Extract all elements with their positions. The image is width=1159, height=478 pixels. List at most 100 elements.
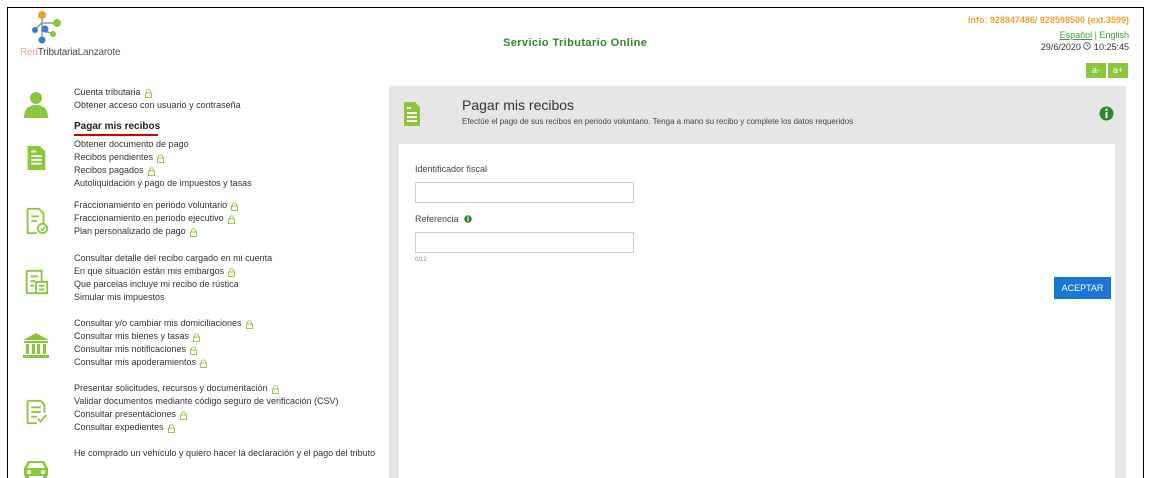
sidebar-item-embargos[interactable]: En que situación están mis embargos [74,265,272,278]
sidebar-item-simular[interactable]: Simular mis impuestos [74,291,272,304]
sidebar-item-label: Simular mis impuestos [74,292,165,302]
fiscal-id-input[interactable] [415,182,634,203]
sidebar-item-label: Consultar expedientes [74,422,164,432]
panel-header: Pagar mis recibos Efectúe el pago de sus… [389,86,1126,144]
sidebar-item-recibos-pagados[interactable]: Recibos pagados [74,164,252,177]
sidebar-list-vehicle: He comprado un vehículo y quiero hacer l… [74,447,375,460]
sidebar-item-label: He comprado un vehículo y quiero hacer l… [74,448,376,458]
sidebar-item-cuenta-tributaria[interactable]: Cuenta tributaria [74,86,252,99]
sidebar-item-validar-csv[interactable]: Validar documentos mediante código segur… [74,395,338,408]
sidebar-item-apoderamientos[interactable]: Consultar mis apoderamientos [74,356,254,369]
sidebar-list-assets: Consultar y/o cambiar mis domiciliacione… [74,317,254,369]
sidebar-item-plan-pago[interactable]: Plan personalizado de pago [74,225,239,238]
bank-icon [23,333,49,358]
lang-spanish-link[interactable]: Español [1060,30,1093,40]
sidebar-item-label: Fraccionamiento en periodo voluntario [74,200,228,210]
lock-icon [190,346,198,355]
lock-icon [200,359,208,368]
sidebar-item-label: Cuenta tributaria [74,87,141,97]
sidebar-item-recibos-pendientes[interactable]: Recibos pendientes [74,151,252,164]
sidebar-item-expedientes[interactable]: Consultar expedientes [74,421,338,434]
sidebar-item-obtener-acceso[interactable]: Obtener acceso con usuario y contraseña [74,99,252,112]
lock-icon [157,154,165,163]
sidebar-item-label: Recibos pendientes [74,152,154,162]
lock-icon [245,320,253,329]
sidebar-item-label: Consultar detalle del recibo cargado en … [74,253,273,263]
installments-icon [26,207,49,235]
document-icon [404,102,420,126]
sidebar-item-label: Consultar presentaciones [74,409,177,419]
date-text: 29/6/2020 [1040,42,1081,52]
sidebar-item-bienes-tasas[interactable]: Consultar mis bienes y tasas [74,330,254,343]
checklist-icon [26,399,47,425]
accept-button[interactable]: ACEPTAR [1054,277,1111,299]
sidebar-item-label: Plan personalizado de pago [74,226,186,236]
lock-icon [147,167,155,176]
logo-text-main: Tributaria [37,47,78,58]
sidebar-item-label: Consultar mis bienes y tasas [74,331,190,341]
car-icon [24,461,48,478]
document-icon [27,145,46,171]
reference-char-counter: 0/12 [415,257,427,263]
reference-input[interactable] [415,232,634,253]
sidebar-item-domiciliaciones[interactable]: Consultar y/o cambiar mis domiciliacione… [74,317,254,330]
page-title: Pagar mis recibos [462,97,575,113]
lock-icon [144,89,152,98]
lock-icon [231,202,239,211]
clock-icon [1083,42,1092,50]
sidebar-item-label: Validar documentos mediante código segur… [74,396,339,406]
site-title: Servicio Tributario Online [503,37,648,49]
increase-text-button[interactable]: a+ [1108,63,1128,78]
sidebar-item-autoliquidacion[interactable]: Autoliquidación y pago de impuestos y ta… [74,177,252,190]
info-icon[interactable] [1099,106,1114,121]
sidebar-item-parcelas[interactable]: Que parcelas incluye mi recibo de rústic… [74,278,272,291]
sidebar-item-presentaciones[interactable]: Consultar presentaciones [74,408,338,421]
time-text: 10:25:45 [1093,42,1129,52]
sidebar-item-label: Consultar y/o cambiar mis domiciliacione… [74,318,242,328]
lock-icon [180,411,188,420]
logo-text-red: Red [20,47,38,58]
decrease-text-button[interactable]: a- [1086,63,1106,78]
sidebar-item-label: Presentar solicitudes, recursos y docume… [74,383,268,393]
sidebar-list-queries: Consultar detalle del recibo cargado en … [74,252,272,304]
sidebar-item-presentar-solicitudes[interactable]: Presentar solicitudes, recursos y docume… [74,382,338,395]
main-panel: Pagar mis recibos Efectúe el pago de sus… [389,86,1126,478]
sidebar-item-label: En que situación están mis embargos [74,266,225,276]
sidebar-item-vehiculo[interactable]: He comprado un vehículo y quiero hacer l… [74,447,375,460]
sidebar-item-label: Fraccionamiento en periodo ejecutivo [74,213,224,223]
reference-label-row: Referencia [415,214,472,224]
query-icon [25,269,49,295]
payment-form: Identificador fiscal Referencia 0/12 ACE… [399,144,1115,478]
lock-icon [189,228,197,237]
lock-icon [193,333,201,342]
lock-icon [228,268,236,277]
sidebar-item-label: Pagar mis recibos [74,121,161,132]
lang-english-link[interactable]: English [1099,30,1129,40]
datetime: 29/6/2020 10:25:45 [1041,42,1129,52]
sidebar-item-label: Recibos pagados [74,165,144,175]
sidebar-item-documento-pago[interactable]: Obtener documento de pago [74,138,252,151]
sidebar-item-pagar-recibos[interactable]: Pagar mis recibos [74,120,161,136]
sidebar-item-detalle-recibo[interactable]: Consultar detalle del recibo cargado en … [74,252,272,265]
lock-icon [271,385,279,394]
info-icon[interactable] [463,215,472,223]
user-icon [24,92,48,118]
sidebar-list-installments: Fraccionamiento en periodo voluntario Fr… [74,199,239,238]
sidebar-list-procedures: Presentar solicitudes, recursos y docume… [74,382,338,434]
sidebar-item-notificaciones[interactable]: Consultar mis notificaciones [74,343,254,356]
sidebar-item-label: Autoliquidación y pago de impuestos y ta… [74,178,252,188]
sidebar-list-account: Cuenta tributaria Obtener acceso con usu… [74,86,252,190]
logo-text: RedTributariaLanzarote [20,47,121,58]
lock-icon [167,424,175,433]
reference-label: Referencia [415,214,459,224]
page-subtitle: Efectúe el pago de sus recibos en period… [462,117,854,126]
logo-network-icon [32,11,61,44]
sidebar-item-label: Consultar mis apoderamientos [74,357,197,367]
sidebar-item-label: Obtener acceso con usuario y contraseña [74,100,241,110]
sidebar-item-fracc-ejecutivo[interactable]: Fraccionamiento en periodo ejecutivo [74,212,239,225]
logo[interactable]: RedTributariaLanzarote [20,9,150,59]
text-size-controls: a- a+ [1086,63,1128,78]
sidebar-item-fracc-voluntario[interactable]: Fraccionamiento en periodo voluntario [74,199,239,212]
contact-info: Info: 928847486/ 928598500 (ext.3599) [967,15,1129,25]
sidebar-item-label: Obtener documento de pago [74,139,189,149]
